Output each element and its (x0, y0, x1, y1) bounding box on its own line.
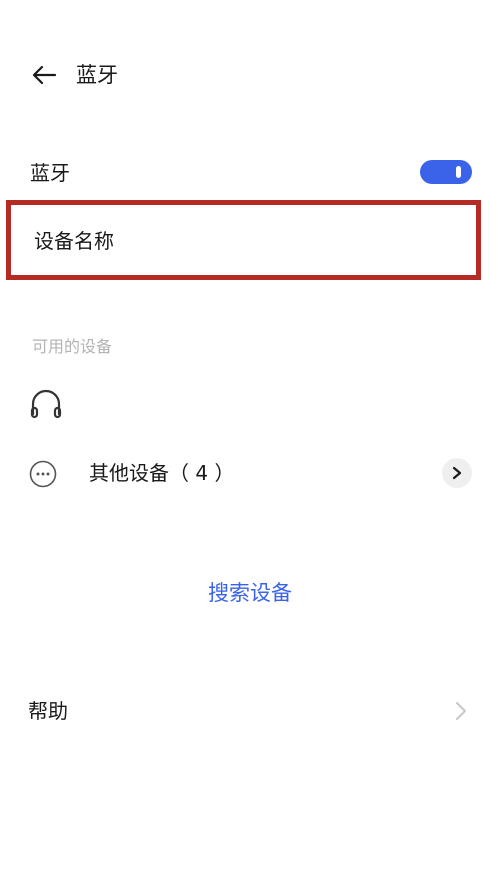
bluetooth-toggle[interactable] (420, 160, 472, 184)
chevron-right-icon (452, 466, 462, 480)
bluetooth-label: 蓝牙 (30, 161, 70, 185)
other-devices-chevron[interactable] (442, 458, 472, 488)
more-icon (29, 460, 57, 488)
other-devices-row[interactable]: 其他设备（ 4 ） (20, 448, 480, 498)
device-name-row[interactable]: 设备名称 (6, 200, 481, 280)
help-row[interactable]: 帮助 (20, 690, 480, 732)
search-devices-button[interactable]: 搜索设备 (0, 574, 500, 612)
available-devices-header: 可用的设备 (32, 337, 113, 356)
chevron-right-icon (456, 702, 466, 720)
headphones-icon (30, 389, 62, 419)
toggle-knob (456, 166, 461, 178)
back-button[interactable] (24, 58, 64, 92)
device-name-label: 设备名称 (34, 229, 114, 253)
page-title: 蓝牙 (76, 63, 118, 87)
other-devices-label: 其他设备（ 4 ） (89, 461, 235, 485)
help-label: 帮助 (28, 699, 68, 723)
arrow-left-icon (32, 65, 57, 85)
device-item-headphones[interactable] (20, 380, 480, 426)
